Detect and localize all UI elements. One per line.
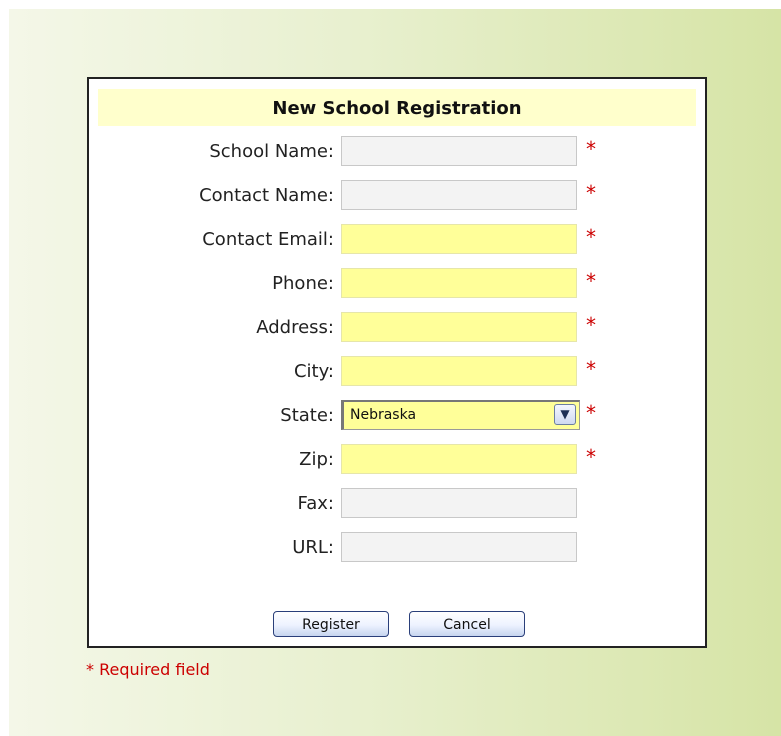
required-marker: * xyxy=(586,269,596,293)
form-row-address: Address: * xyxy=(89,308,705,352)
fax-input[interactable] xyxy=(341,488,577,518)
contact-email-input[interactable] xyxy=(341,224,577,254)
required-marker: * xyxy=(586,445,596,469)
state-label: State: xyxy=(280,405,334,426)
form-row-state: State: Nebraska ▼ * xyxy=(89,396,705,440)
form-row-contact-name: Contact Name: * xyxy=(89,176,705,220)
city-label: City: xyxy=(293,361,334,382)
url-input[interactable] xyxy=(341,532,577,562)
register-button[interactable]: Register xyxy=(273,611,389,637)
form-row-contact-email: Contact Email: * xyxy=(89,220,705,264)
chevron-down-icon[interactable]: ▼ xyxy=(554,404,576,425)
school-name-input[interactable] xyxy=(341,136,577,166)
registration-form: New School Registration School Name: * C… xyxy=(87,77,707,648)
url-label: URL: xyxy=(292,537,334,558)
state-select[interactable]: Nebraska ▼ xyxy=(341,400,580,430)
required-marker: * xyxy=(586,181,596,205)
required-marker: * xyxy=(586,401,596,425)
form-actions: Register Cancel xyxy=(89,611,705,641)
form-row-url: URL: xyxy=(89,528,705,572)
city-input[interactable] xyxy=(341,356,577,386)
required-marker: * xyxy=(586,137,596,161)
state-selected-value: Nebraska xyxy=(350,407,417,423)
form-row-city: City: * xyxy=(89,352,705,396)
fax-label: Fax: xyxy=(297,493,334,514)
contact-name-label: Contact Name: xyxy=(199,185,334,206)
address-label: Address: xyxy=(256,317,334,338)
phone-input[interactable] xyxy=(341,268,577,298)
required-marker: * xyxy=(586,313,596,337)
form-row-school-name: School Name: * xyxy=(89,132,705,176)
cancel-button[interactable]: Cancel xyxy=(409,611,525,637)
zip-input[interactable] xyxy=(341,444,577,474)
zip-label: Zip: xyxy=(299,449,334,470)
contact-email-label: Contact Email: xyxy=(202,229,334,250)
phone-label: Phone: xyxy=(272,273,334,294)
required-marker: * xyxy=(586,357,596,381)
address-input[interactable] xyxy=(341,312,577,342)
form-row-fax: Fax: xyxy=(89,484,705,528)
school-name-label: School Name: xyxy=(209,141,334,162)
form-row-phone: Phone: * xyxy=(89,264,705,308)
contact-name-input[interactable] xyxy=(341,180,577,210)
required-field-note: * Required field xyxy=(86,660,210,679)
required-marker: * xyxy=(586,225,596,249)
form-row-zip: Zip: * xyxy=(89,440,705,484)
form-title: New School Registration xyxy=(98,89,696,126)
